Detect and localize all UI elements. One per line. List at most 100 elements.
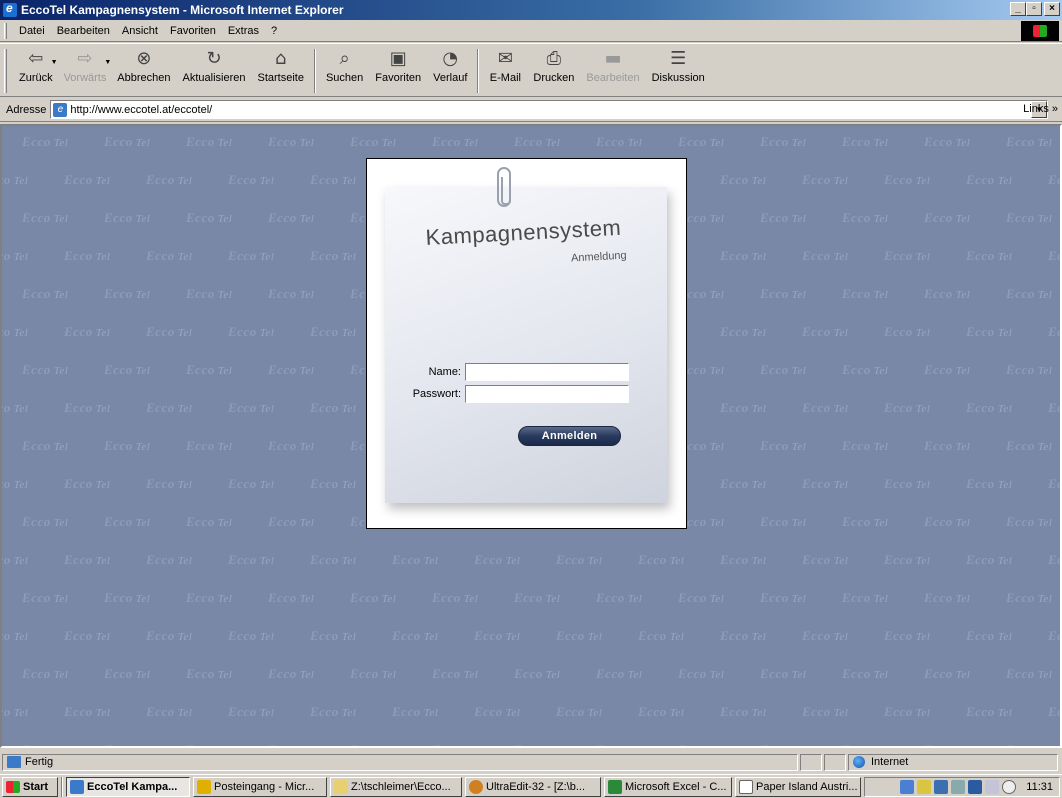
background-logo-tile: EccoTel	[556, 704, 603, 719]
background-logo-tile: EccoTel	[1048, 628, 1062, 643]
tray-a-icon[interactable]	[985, 780, 1000, 794]
history-label: Verlauf	[433, 72, 468, 84]
links-button[interactable]: Links »	[1023, 103, 1058, 115]
edit-label: Bearbeiten	[586, 72, 640, 84]
back-arrow-icon: ⇦	[28, 48, 44, 69]
background-logo-tile: EccoTel	[186, 286, 233, 301]
taskbar-item[interactable]: Posteingang - Micr...	[193, 776, 327, 797]
tray-help-icon[interactable]	[917, 780, 932, 794]
address-input[interactable]: e http://www.eccotel.at/eccotel/ ▼	[50, 100, 1049, 119]
background-logo-tile: EccoTel	[884, 704, 931, 719]
task-label: Paper Island Austri...	[756, 780, 858, 793]
menu-ansicht[interactable]: Ansicht	[116, 25, 164, 37]
background-logo-tile: EccoTel	[186, 438, 233, 453]
password-field[interactable]	[465, 385, 629, 403]
background-logo-tile: EccoTel	[64, 324, 111, 339]
background-logo-tile: EccoTel	[146, 400, 193, 415]
background-logo-tile: EccoTel	[268, 514, 315, 529]
background-logo-tile: EccoTel	[720, 400, 767, 415]
start-button[interactable]: Start	[2, 776, 58, 797]
print-button[interactable]: ⎙ Drucken	[527, 47, 580, 84]
background-logo-tile: EccoTel	[2, 248, 29, 263]
background-logo-tile: EccoTel	[760, 742, 806, 746]
forward-dropdown-icon[interactable]: ▼	[104, 59, 111, 66]
refresh-icon: ↻	[206, 48, 222, 69]
taskbar-item[interactable]: Microsoft Excel - C...	[604, 776, 732, 797]
background-logo-tile: EccoTel	[638, 552, 685, 567]
tray-clock-icon[interactable]	[1002, 780, 1017, 794]
background-logo-tile: EccoTel	[966, 324, 1013, 339]
search-button[interactable]: ⌕ Suchen	[320, 47, 369, 84]
paperclip-icon	[497, 167, 511, 207]
task-label: UltraEdit-32 - [Z:\b...	[486, 780, 586, 793]
maximize-button[interactable]: ▫	[1026, 2, 1042, 16]
title-bar: EccoTel Kampagnensystem - Microsoft Inte…	[0, 0, 1062, 20]
background-logo-tile: EccoTel	[842, 666, 889, 681]
background-logo-tile: EccoTel	[310, 704, 357, 719]
stop-button[interactable]: ⊗ Abbrechen	[111, 47, 176, 84]
back-dropdown-icon[interactable]: ▼	[51, 59, 58, 66]
background-logo-tile: EccoTel	[514, 590, 561, 605]
background-logo-tile: EccoTel	[64, 628, 111, 643]
tray-network-icon[interactable]	[900, 780, 915, 794]
background-logo-tile: EccoTel	[924, 514, 971, 529]
close-button[interactable]: ×	[1044, 2, 1060, 16]
login-subtitle: Anmeldung	[571, 249, 628, 265]
background-logo-tile: EccoTel	[310, 248, 357, 263]
background-logo-tile: EccoTel	[1006, 742, 1052, 746]
background-logo-tile: EccoTel	[842, 590, 889, 605]
discussion-button[interactable]: ☰ Diskussion	[646, 47, 711, 84]
background-logo-tile: EccoTel	[556, 628, 603, 643]
background-logo-tile: EccoTel	[924, 438, 971, 453]
taskbar-item[interactable]: Paper Island Austri...	[735, 776, 861, 797]
tray-monitor-icon[interactable]	[951, 780, 966, 794]
taskbar-item[interactable]: UltraEdit-32 - [Z:\b...	[465, 776, 601, 797]
menu-datei[interactable]: Datei	[13, 25, 51, 37]
background-logo-tile: EccoTel	[1006, 286, 1053, 301]
windows-logo-icon	[1021, 21, 1059, 41]
background-logo-tile: EccoTel	[186, 514, 233, 529]
login-frame: Kampagnensystem Anmeldung Name: Passwort…	[366, 158, 687, 529]
login-note-card: Kampagnensystem Anmeldung Name: Passwort…	[385, 167, 667, 503]
outlook-icon	[197, 779, 211, 794]
background-logo-tile: EccoTel	[2, 704, 29, 719]
menu-extras[interactable]: Extras	[222, 25, 265, 37]
home-button[interactable]: ⌂ Startseite	[252, 47, 310, 84]
address-label: Adresse	[6, 103, 47, 116]
tray-text-icon[interactable]	[968, 780, 983, 794]
menu-bearbeiten[interactable]: Bearbeiten	[51, 25, 116, 37]
page-content: Ecco Tel Ecco Tel Ecco Tel Ecco Tel Ecco Tel Ecco T…	[0, 124, 1062, 748]
menu-favoriten[interactable]: Favoriten	[164, 25, 222, 37]
edit-button[interactable]: ▬ Bearbeiten	[580, 47, 645, 84]
favorites-label: Favoriten	[375, 72, 422, 84]
name-field[interactable]	[465, 363, 629, 381]
mail-button[interactable]: ✉ E-Mail	[483, 47, 527, 84]
background-logo-tile: EccoTel	[228, 248, 275, 263]
background-logo-tile: EccoTel	[310, 476, 357, 491]
taskbar-item[interactable]: EccoTel Kampa...	[66, 776, 190, 797]
background-logo-tile: EccoTel	[392, 552, 439, 567]
login-button[interactable]: Anmelden	[518, 426, 621, 446]
background-logo-tile: EccoTel	[2, 172, 29, 187]
status-segment	[800, 753, 822, 771]
taskbar-item[interactable]: Z:\tschleimer\Ecco...	[330, 776, 462, 797]
background-logo-tile: EccoTel	[842, 286, 889, 301]
refresh-button[interactable]: ↻ Aktualisieren	[177, 47, 252, 84]
background-logo-tile: EccoTel	[596, 590, 643, 605]
background-logo-tile: EccoTel	[678, 666, 725, 681]
background-logo-tile: EccoTel	[760, 590, 807, 605]
favorites-button[interactable]: ▣ Favoriten	[369, 47, 427, 84]
background-logo-tile: EccoTel	[22, 590, 69, 605]
minimize-button[interactable]: _	[1010, 2, 1026, 16]
background-logo-tile: EccoTel	[228, 324, 275, 339]
background-logo-tile: EccoTel	[1006, 134, 1053, 149]
background-logo-tile: EccoTel	[22, 210, 69, 225]
login-title: Kampagnensystem	[425, 214, 622, 250]
ultraedit-icon	[469, 779, 483, 794]
background-logo-tile: EccoTel	[268, 362, 315, 377]
history-button[interactable]: ◔ Verlauf	[427, 47, 473, 84]
background-logo-tile: EccoTel	[1048, 704, 1062, 719]
tray-app-icon[interactable]	[934, 780, 949, 794]
address-url[interactable]: http://www.eccotel.at/eccotel/	[70, 104, 212, 116]
menu-help[interactable]: ?	[265, 25, 283, 37]
